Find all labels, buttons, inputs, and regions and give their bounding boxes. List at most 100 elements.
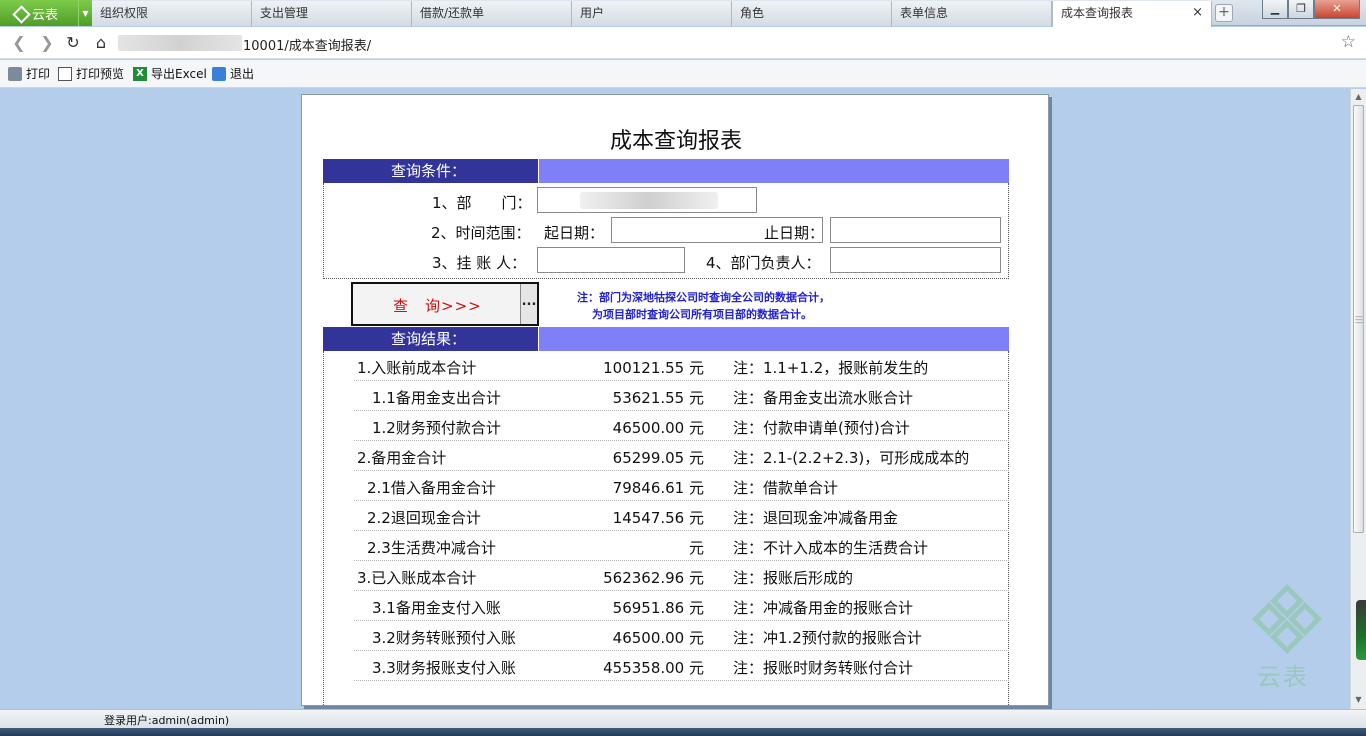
exit-icon: [212, 67, 226, 81]
tab-org-permissions[interactable]: 组织权限: [92, 1, 252, 26]
tab-label: 角色: [740, 6, 765, 20]
result-amount: 46500.00 元: [612, 419, 704, 437]
tab-close-icon[interactable]: ×: [1192, 1, 1203, 25]
window-maximize-button[interactable]: ❐: [1288, 0, 1314, 19]
query-note-line1: 注：部门为深地牯探公司时查询全公司的数据合计，: [577, 291, 830, 304]
login-user-status: 登录用户:admin(admin): [104, 714, 230, 727]
print-preview-button[interactable]: 打印预览: [58, 66, 124, 82]
result-row: 2.备用金合计 65299.05 元 注：2.1-(2.2+2.3)，可形成成本…: [354, 441, 1009, 471]
bookmark-star-icon[interactable]: ☆: [1341, 32, 1356, 52]
result-amount: 14547.56 元: [612, 509, 704, 527]
result-note: 注：报账后形成的: [733, 569, 854, 587]
exit-button[interactable]: 退出: [212, 66, 254, 82]
window-minimize-button[interactable]: ▁: [1262, 0, 1288, 19]
result-note: 注：报账时财务转账付合计: [733, 659, 914, 677]
result-amount: 100121.55 元: [603, 359, 704, 377]
os-taskbar: [0, 728, 1366, 736]
refresh-icon[interactable]: ↻: [62, 32, 84, 54]
results-header: 查询结果：: [323, 327, 1009, 351]
tab-users[interactable]: 用户: [572, 1, 732, 26]
tab-roles[interactable]: 角色: [732, 1, 892, 26]
conditions-header-bar: [539, 159, 1009, 183]
address-bar: ❮ ❯ ↻ ⌂ 10001/成本查询报表/ ☆: [0, 27, 1366, 59]
result-amount: 65299.05 元: [612, 449, 704, 467]
status-bar: 登录用户:admin(admin): [0, 709, 1366, 728]
department-label: 1、部 门：: [432, 194, 532, 212]
result-row: 1.1备用金支出合计 53621.55 元 注：备用金支出流水账合计: [354, 381, 1009, 411]
report-sheet: 成本查询报表 查询条件： 1、部 门： 2、时间范围： 起日期： 止日期： 3、…: [301, 94, 1049, 706]
exit-label: 退出: [230, 67, 255, 81]
result-amount: 元: [688, 539, 704, 557]
tab-label: 用户: [580, 6, 605, 20]
result-note: 注：冲1.2预付款的报账合计: [733, 629, 922, 647]
url-host-redacted[interactable]: [118, 35, 242, 51]
result-row: 3.3财务报账支付入账 455358.00 元 注：报账时财务转账付合计: [354, 651, 1009, 681]
app-menu-button[interactable]: 云表 ▼: [0, 0, 92, 26]
scroll-down-icon[interactable]: ▼: [1353, 695, 1364, 704]
side-gadget: [1356, 600, 1366, 660]
app-name: 云表: [32, 7, 59, 23]
results-header-label: 查询结果：: [323, 327, 538, 351]
report-title: 成本查询报表: [609, 129, 742, 154]
result-row: 2.1借入备用金合计 79846.61 元 注：借款单合计: [354, 471, 1009, 501]
tab-label: 支出管理: [260, 6, 309, 20]
result-note: 注：不计入成本的生活费合计: [733, 539, 929, 557]
account-holder-input[interactable]: [537, 247, 685, 273]
result-note: 注：付款申请单(预付)合计: [733, 419, 910, 437]
url-input[interactable]: 10001/成本查询报表/: [243, 35, 371, 54]
result-row: 2.2退回现金合计 14547.56 元 注：退回现金冲减备用金: [354, 501, 1009, 531]
result-note: 注：冲减备用金的报账合计: [733, 599, 914, 617]
conditions-header-label: 查询条件：: [323, 159, 538, 183]
department-value-redacted: [580, 192, 718, 209]
printer-icon: [8, 67, 22, 81]
result-row: 2.3生活费冲减合计 元 注：不计入成本的生活费合计: [354, 531, 1009, 561]
result-row: 3.1备用金支付入账 56951.86 元 注：冲减备用金的报账合计: [354, 591, 1009, 621]
query-button-label: 查 询>>>: [393, 297, 482, 315]
forward-arrow-icon[interactable]: ❯: [36, 32, 58, 54]
print-preview-label: 打印预览: [76, 67, 125, 81]
time-range-label: 2、时间范围：: [431, 224, 531, 242]
results-table: 1.入账前成本合计 100121.55 元 注：1.1+1.2，报账前发生的 1…: [323, 351, 1009, 705]
print-button[interactable]: 打印: [8, 66, 50, 82]
export-excel-button[interactable]: X 导出Excel: [133, 66, 207, 82]
yunbiao-watermark-logo: 云表: [1251, 584, 1323, 695]
dropdown-arrow-icon[interactable]: ▼: [78, 0, 92, 26]
print-preview-icon: [58, 67, 72, 81]
results-header-bar: [539, 327, 1009, 351]
scroll-grip-icon: — — —: [1355, 312, 1363, 327]
new-tab-button[interactable]: +: [1215, 4, 1233, 22]
window-close-button[interactable]: ✕: [1314, 0, 1360, 19]
account-holder-label: 3、挂 账 人：: [432, 254, 527, 272]
scroll-up-icon[interactable]: ▲: [1353, 92, 1364, 101]
query-button[interactable]: 查 询>>> ...: [351, 282, 539, 326]
tab-label: 组织权限: [100, 6, 149, 20]
tab-expense-management[interactable]: 支出管理: [252, 1, 412, 26]
back-arrow-icon[interactable]: ❮: [8, 32, 30, 54]
result-row: 1.2财务预付款合计 46500.00 元 注：付款申请单(预付)合计: [354, 411, 1009, 441]
tab-label: 成本查询报表: [1061, 6, 1134, 20]
excel-icon: X: [133, 67, 147, 81]
end-date-input[interactable]: [830, 217, 1001, 243]
tab-loan-repayment[interactable]: 借款/还款单: [412, 1, 572, 26]
result-note: 注：退回现金冲减备用金: [733, 509, 899, 527]
tab-label: 借款/还款单: [420, 6, 485, 20]
result-note: 注：备用金支出流水账合计: [733, 389, 914, 407]
dept-manager-input[interactable]: [830, 247, 1001, 273]
watermark-text: 云表: [1257, 663, 1309, 691]
result-amount: 53621.55 元: [612, 389, 704, 407]
tab-cost-report[interactable]: 成本查询报表 ×: [1052, 1, 1212, 27]
query-more-button[interactable]: ...: [520, 284, 537, 324]
tab-bar: 云表 ▼ 组织权限 支出管理 借款/还款单 用户 角色 表单信息 成本查询报表 …: [0, 0, 1366, 27]
report-toolbar: 打印 打印预览 X 导出Excel 退出: [0, 60, 1366, 88]
department-input[interactable]: [537, 187, 757, 213]
result-amount: 56951.86 元: [612, 599, 704, 617]
tab-label: 表单信息: [900, 6, 949, 20]
result-amount: 46500.00 元: [612, 629, 704, 647]
tab-form-info[interactable]: 表单信息: [892, 1, 1052, 26]
start-date-label: 起日期：: [544, 224, 605, 242]
result-row: 3.2财务转账预付入账 46500.00 元 注：冲1.2预付款的报账合计: [354, 621, 1009, 651]
result-row: 3.已入账成本合计 562362.96 元 注：报账后形成的: [354, 561, 1009, 591]
end-date-label: 止日期：: [764, 224, 825, 242]
home-icon[interactable]: ⌂: [90, 32, 112, 54]
app-logo-icon: [12, 5, 28, 21]
